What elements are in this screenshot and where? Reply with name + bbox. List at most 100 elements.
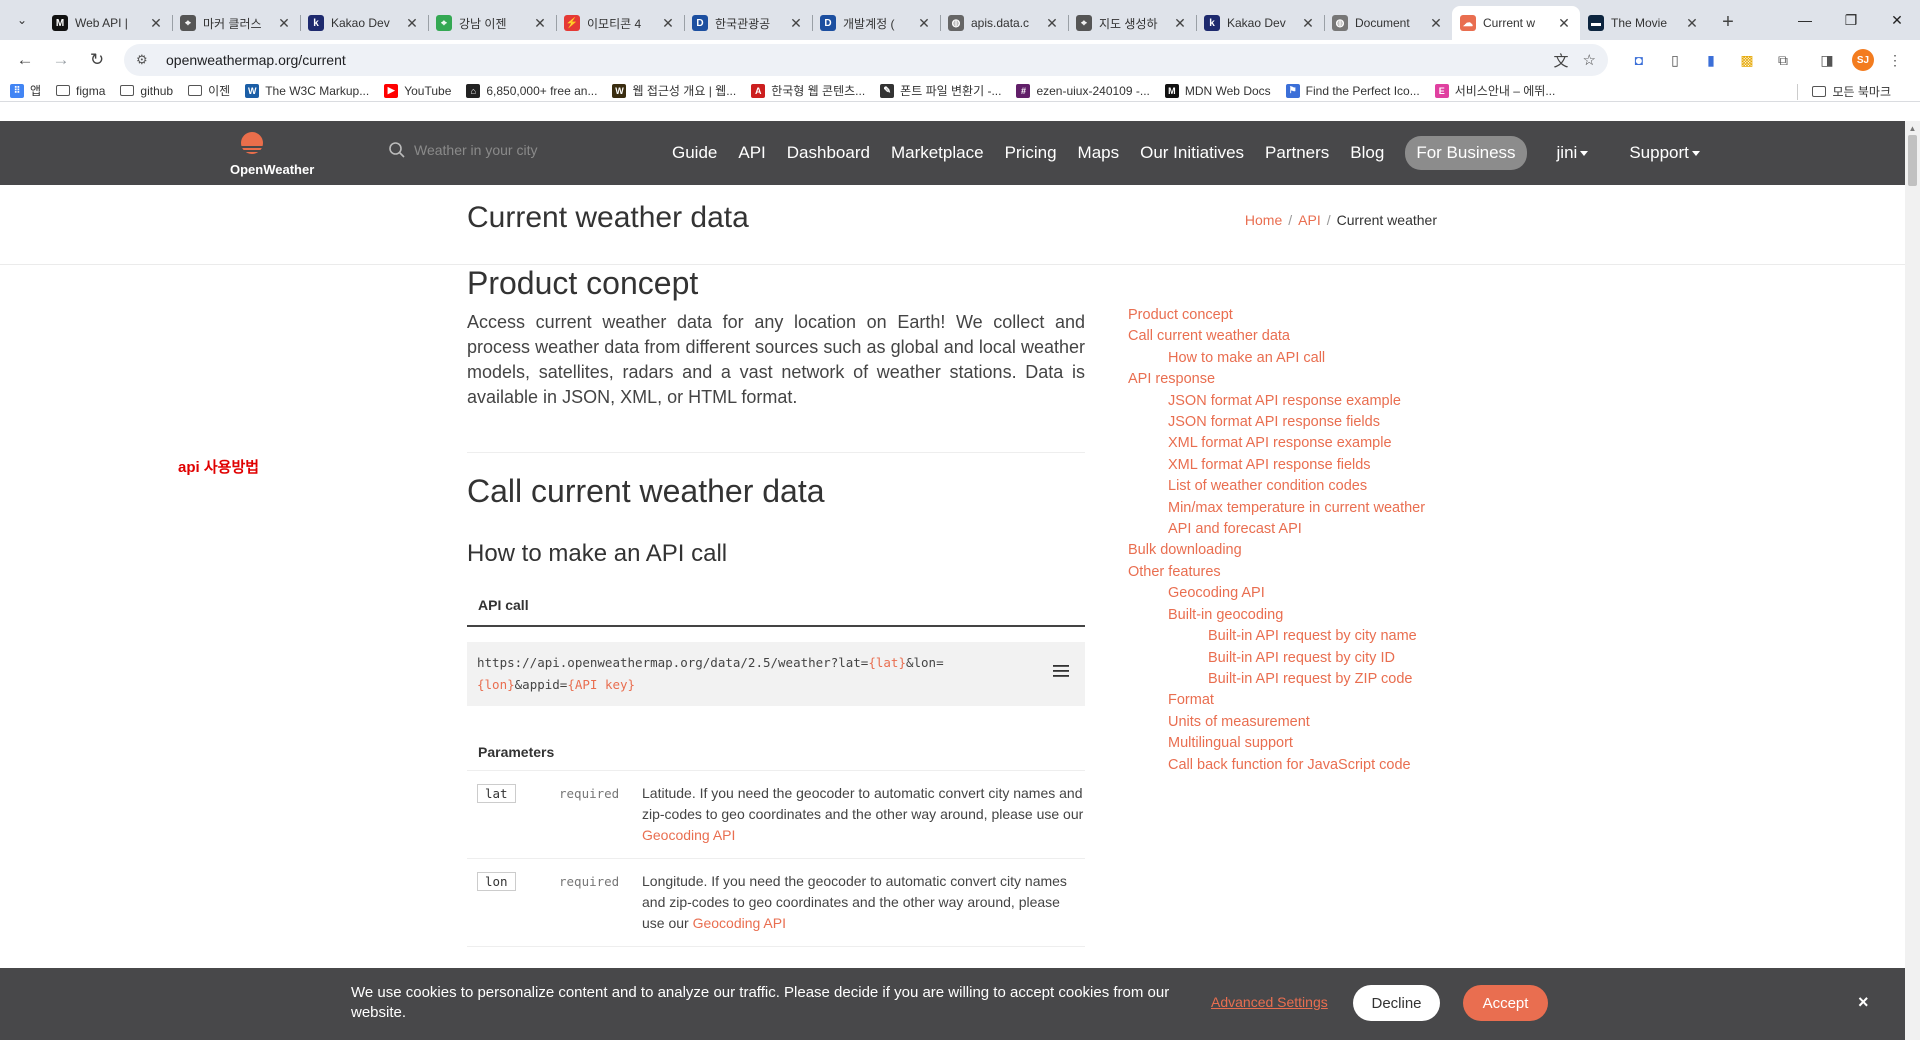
toc-link[interactable]: XML format API response example (1128, 433, 1425, 454)
advanced-settings-link[interactable]: Advanced Settings (1211, 994, 1328, 1010)
profile-avatar[interactable]: SJ (1852, 49, 1874, 71)
bookmark-folder[interactable]: figma (56, 84, 105, 98)
toc-link[interactable]: JSON format API response example (1128, 391, 1425, 412)
toc-link[interactable]: Built-in API request by city name (1128, 626, 1425, 647)
browser-tab[interactable]: ⌖ 강남 이젠 ✕ (428, 6, 556, 40)
tab-close-icon[interactable]: ✕ (788, 15, 804, 32)
restore-icon[interactable]: ❐ (1828, 0, 1874, 40)
bookmark-star-icon[interactable]: ☆ (1583, 51, 1596, 69)
toc-link[interactable]: Call current weather data (1128, 326, 1425, 347)
toc-link[interactable]: List of weather condition codes (1128, 476, 1425, 497)
menu-item-guide[interactable]: Guide (672, 143, 717, 163)
tab-close-icon[interactable]: ✕ (404, 15, 420, 32)
toc-link[interactable]: JSON format API response fields (1128, 412, 1425, 433)
side-panel-icon[interactable]: ◨ (1812, 45, 1842, 75)
toc-link[interactable]: Min/max temperature in current weather (1128, 498, 1425, 519)
user-menu[interactable]: jini (1557, 143, 1589, 163)
all-bookmarks-folder[interactable]: 모든 북마크 (1797, 83, 1891, 100)
menu-item-api[interactable]: API (738, 143, 765, 163)
menu-item-blog[interactable]: Blog (1350, 143, 1384, 163)
copy-menu-icon[interactable] (1053, 664, 1069, 678)
bookmark-item[interactable]: ⠿ 앱 (10, 82, 41, 99)
new-tab-button[interactable]: + (1714, 8, 1742, 36)
bookmark-item[interactable]: ✎ 폰트 파일 변환기 -... (880, 82, 1001, 99)
browser-tab[interactable]: ▬ The Movie ✕ (1580, 6, 1708, 40)
bookmark-item[interactable]: # ezen-uiux-240109 -... (1016, 83, 1150, 98)
menu-item-dashboard[interactable]: Dashboard (787, 143, 870, 163)
breadcrumb-home[interactable]: Home (1245, 212, 1282, 228)
bookmark-folder[interactable]: github (120, 84, 173, 98)
bookmark-item[interactable]: ▶ YouTube (384, 83, 451, 98)
reload-icon[interactable]: ↻ (82, 45, 112, 75)
for-business-button[interactable]: For Business (1405, 136, 1527, 170)
toc-link[interactable]: API response (1128, 369, 1425, 390)
extensions-puzzle-icon[interactable]: ⧉ (1768, 45, 1798, 75)
bookmark-item[interactable]: A 한국형 웹 콘텐츠... (751, 82, 865, 99)
browser-tab[interactable]: ☁ Current w ✕ (1452, 6, 1580, 40)
browser-tab[interactable]: k Kakao Dev ✕ (1196, 6, 1324, 40)
menu-item-pricing[interactable]: Pricing (1005, 143, 1057, 163)
forward-arrow-icon[interactable]: → (46, 45, 76, 75)
bookmark-item[interactable]: W The W3C Markup... (245, 83, 369, 98)
toc-link[interactable]: Call back function for JavaScript code (1128, 755, 1425, 776)
menu-item-partners[interactable]: Partners (1265, 143, 1329, 163)
tab-close-icon[interactable]: ✕ (1428, 15, 1444, 32)
geocoding-api-link[interactable]: Geocoding API (642, 827, 735, 843)
bookmark-item[interactable]: ⚑ Find the Perfect Ico... (1285, 83, 1420, 98)
menu-item-maps[interactable]: Maps (1078, 143, 1120, 163)
accept-button[interactable]: Accept (1463, 985, 1548, 1021)
breadcrumb-api[interactable]: API (1298, 212, 1321, 228)
openweather-logo[interactable]: OpenWeather (229, 129, 329, 177)
browser-tab[interactable]: ⌖ 마커 클러스 ✕ (172, 6, 300, 40)
extension-icon[interactable]: ▩ (1732, 45, 1762, 75)
toc-link[interactable]: Built-in API request by city ID (1128, 648, 1425, 669)
scroll-up-arrow-icon[interactable]: ▲ (1905, 121, 1920, 136)
bookmark-item[interactable]: W 웹 접근성 개요 | 웹... (612, 82, 736, 99)
url-text[interactable]: openweathermap.org/current (166, 52, 1540, 68)
tab-close-icon[interactable]: ✕ (276, 15, 292, 32)
toc-link[interactable]: Bulk downloading (1128, 540, 1425, 561)
tab-close-icon[interactable]: ✕ (916, 15, 932, 32)
back-arrow-icon[interactable]: ← (10, 45, 40, 75)
minimize-icon[interactable]: — (1782, 0, 1828, 40)
scrollbar-thumb[interactable] (1908, 135, 1917, 186)
tab-close-icon[interactable]: ✕ (660, 15, 676, 32)
close-window-icon[interactable]: ✕ (1874, 0, 1920, 40)
toc-link[interactable]: Multilingual support (1128, 733, 1425, 754)
support-menu[interactable]: Support (1629, 143, 1700, 163)
browser-tab[interactable]: ⌖ 지도 생성하 ✕ (1068, 6, 1196, 40)
toc-link[interactable]: Product concept (1128, 305, 1425, 326)
toc-link[interactable]: Built-in API request by ZIP code (1128, 669, 1425, 690)
browser-tab[interactable]: M Web API | ✕ (44, 6, 172, 40)
extension-icon[interactable]: ◘ (1624, 45, 1654, 75)
menu-item-marketplace[interactable]: Marketplace (891, 143, 984, 163)
api-call-code-block[interactable]: https://api.openweathermap.org/data/2.5/… (467, 642, 1085, 706)
toc-link[interactable]: Format (1128, 690, 1425, 711)
page-scrollbar[interactable]: ▲ (1905, 121, 1920, 1040)
extension-icon[interactable]: ▮ (1696, 45, 1726, 75)
toc-link[interactable]: Built-in geocoding (1128, 605, 1425, 626)
toc-link[interactable]: Units of measurement (1128, 712, 1425, 733)
bookmark-folder[interactable]: 이젠 (188, 82, 230, 99)
geocoding-api-link[interactable]: Geocoding API (693, 915, 786, 931)
toc-link[interactable]: How to make an API call (1128, 348, 1425, 369)
translate-icon[interactable]: 文 (1554, 50, 1569, 71)
tab-close-icon[interactable]: ✕ (1172, 15, 1188, 32)
tab-search-chevron-icon[interactable]: ⌄ (10, 8, 34, 32)
tab-close-icon[interactable]: ✕ (148, 15, 164, 32)
browser-tab[interactable]: k Kakao Dev ✕ (300, 6, 428, 40)
browser-tab[interactable]: ⚡ 이모티콘 4 ✕ (556, 6, 684, 40)
address-bar[interactable]: ⚙ openweathermap.org/current 文 ☆ (124, 44, 1608, 76)
extension-icon[interactable]: ▯ (1660, 45, 1690, 75)
tab-close-icon[interactable]: ✕ (1044, 15, 1060, 32)
bookmark-item[interactable]: M MDN Web Docs (1164, 83, 1271, 98)
close-icon[interactable]: × (1858, 992, 1869, 1013)
toc-link[interactable]: XML format API response fields (1128, 455, 1425, 476)
bookmark-item[interactable]: ⌂ 6,850,000+ free an... (466, 83, 597, 98)
tab-close-icon[interactable]: ✕ (1300, 15, 1316, 32)
browser-tab[interactable]: D 개발계정 (✕ (812, 6, 940, 40)
browser-tab[interactable]: D 한국관광공 ✕ (684, 6, 812, 40)
toc-link[interactable]: Other features (1128, 562, 1425, 583)
site-info-icon[interactable]: ⚙ (136, 52, 154, 68)
tab-close-icon[interactable]: ✕ (1556, 15, 1572, 32)
